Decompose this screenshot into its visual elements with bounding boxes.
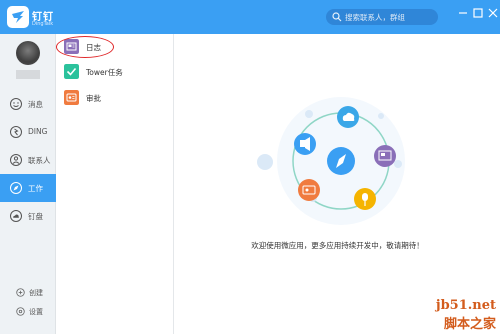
nav-item-messages[interactable]: 消息	[0, 90, 56, 118]
app-item-tower[interactable]: Tower任务	[56, 61, 174, 85]
search-placeholder: 搜索联系人，群组	[345, 13, 405, 22]
nav-item-drive[interactable]: 钉盘	[0, 202, 56, 230]
plus-icon	[16, 288, 25, 297]
settings-button[interactable]: 设置	[0, 305, 56, 319]
nav-label: 联系人	[28, 156, 51, 165]
dingtalk-logo-icon	[7, 6, 29, 28]
cloud-icon	[10, 210, 22, 222]
nav-item-ding[interactable]: DING	[0, 118, 56, 146]
create-button[interactable]: 创建	[0, 286, 56, 300]
watermark-domain: jb51.net	[435, 298, 496, 313]
contacts-icon	[10, 154, 22, 166]
watermark: jb51.net 脚本之家	[436, 298, 496, 332]
app-list: 日志 Tower任务 审批	[56, 34, 174, 334]
welcome-message: 欢迎使用微应用，更多应用持续开发中，敬请期待！	[251, 241, 424, 250]
app-label: Tower任务	[86, 68, 123, 77]
smile-icon	[10, 98, 22, 110]
nav-item-contacts[interactable]: 联系人	[0, 146, 56, 174]
settings-label: 设置	[29, 308, 43, 316]
approval-icon	[64, 90, 79, 105]
gear-icon	[16, 307, 25, 316]
app-subtitle: DingTalk	[32, 21, 54, 27]
compass-icon	[10, 182, 22, 194]
highlight-circle	[56, 36, 114, 58]
ding-icon	[10, 126, 22, 138]
app-item-log[interactable]: 日志	[56, 36, 174, 60]
nav-label: 消息	[28, 100, 43, 109]
create-label: 创建	[29, 289, 43, 297]
micro-app-illustration	[257, 97, 405, 225]
avatar[interactable]	[16, 41, 40, 65]
app-item-approval[interactable]: 审批	[56, 87, 174, 111]
minimize-icon[interactable]	[456, 6, 470, 20]
search-input[interactable]: 搜索联系人，群组	[326, 9, 438, 25]
sidebar-nav: 消息 DING 联系人 工作 钉盘 创建 设置	[0, 34, 56, 334]
user-name-blurred	[16, 70, 40, 79]
nav-label: DING	[28, 127, 48, 136]
nav-label: 工作	[28, 184, 43, 193]
title-bar: 钉钉 DingTalk 搜索联系人，群组	[0, 0, 500, 34]
nav-label: 钉盘	[28, 212, 43, 221]
nav-item-work[interactable]: 工作	[0, 174, 56, 202]
search-icon	[332, 12, 342, 22]
check-icon	[64, 64, 79, 79]
main-panel: 欢迎使用微应用，更多应用持续开发中，敬请期待！	[175, 34, 500, 334]
watermark-site-name: 脚本之家	[443, 317, 496, 332]
close-icon[interactable]	[486, 6, 500, 20]
app-label: 审批	[86, 94, 101, 103]
maximize-icon[interactable]	[471, 6, 485, 20]
